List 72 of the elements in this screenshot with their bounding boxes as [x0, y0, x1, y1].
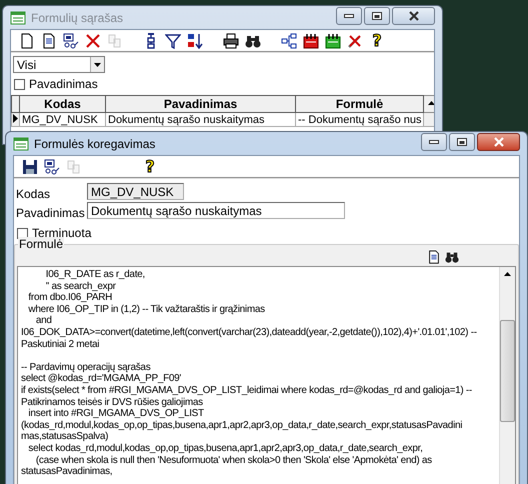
- calendar-icon: [303, 32, 319, 48]
- close-button[interactable]: [477, 133, 520, 151]
- checkbox[interactable]: [17, 228, 28, 238]
- code-line: if exists(select * from #RGI_MGAMA_DVS_OP_LIST_leidimai where kodas_rd=@kodas_rd and galioja=1) --: [21, 384, 473, 397]
- maximize-icon: [457, 138, 467, 146]
- code-line: (kodas_rd,modul,kodas_op,op_tipas,busena,apr1,apr2,apr3,op_data,r_date,search_expr,statusasPavadini: [21, 420, 464, 432]
- new-document-icon: [19, 32, 35, 48]
- close-icon: [492, 137, 504, 147]
- column-header[interactable]: Kodas: [20, 96, 106, 112]
- network-button[interactable]: [279, 30, 299, 50]
- code-line: I06_R_DATE as r_date,: [44, 269, 146, 281]
- minimize-icon: [429, 139, 439, 145]
- filter-dropdown[interactable]: Visi: [13, 56, 105, 73]
- maximize-button[interactable]: [364, 7, 390, 25]
- document-button[interactable]: [427, 250, 441, 264]
- monitor-link-button[interactable]: [61, 30, 81, 50]
- calendar-icon: [325, 32, 341, 48]
- column-header[interactable]: Formulė: [296, 96, 424, 112]
- caret-icon: [94, 62, 101, 66]
- window-title: Formulių sąrašas: [31, 10, 124, 24]
- code-line: select kodas_rd,modul,kodas_op,op_tipas,busena,apr1,apr2,apr3,op_data,r_date,search_expr,: [27, 442, 424, 454]
- code-line: statusasPavadinimas,: [21, 466, 114, 478]
- monitor-link-button[interactable]: [42, 156, 62, 176]
- close-button[interactable]: [392, 7, 435, 25]
- sort-icon: [187, 32, 203, 48]
- code-line: and: [34, 315, 53, 327]
- field-label: Pavadinimas: [16, 206, 86, 220]
- delete-icon: [85, 32, 101, 48]
- close-icon: [408, 11, 420, 21]
- code-field[interactable]: MG_DV_NUSK: [87, 183, 184, 200]
- code-line: where I06_OP_TIP in (1,2) -- Tik važtaraštis ir grąžinimas: [27, 304, 266, 316]
- save-icon: [22, 158, 38, 174]
- column-header[interactable]: Pavadinimas: [106, 96, 296, 112]
- minimize-button[interactable]: [421, 133, 447, 151]
- code-line: mas,statusasSpalva): [21, 431, 110, 443]
- code-line: insert into #RGI_MGAMA_DVS_OP_LIST: [27, 408, 205, 420]
- window-title: Formulės koregavimas: [34, 136, 156, 150]
- network-icon: [281, 32, 297, 48]
- code-line: -- Pardavimų operacijų sąrašas: [21, 362, 152, 374]
- table-cell: MG_DV_NUSK: [20, 112, 106, 126]
- checkbox-label: Pavadinimas: [29, 77, 98, 91]
- code-line: select @kodas_rd='MGAMA_PP_F09': [21, 373, 182, 385]
- maximize-icon: [372, 12, 382, 20]
- app-icon: [13, 136, 29, 150]
- checkbox-label: Terminuota: [32, 226, 92, 240]
- copy-icon: [107, 32, 123, 48]
- code-line: '' as search_expr: [44, 280, 117, 292]
- document-icon: [41, 32, 57, 48]
- monitor-link-icon: [44, 158, 60, 174]
- code-line: I06_DOK_DATA>=convert(datetime,left(convert(varchar(23),dateadd(year,-2,getdate()),102),4)+'.01.01',102) --: [21, 326, 478, 339]
- binoculars-button[interactable]: [445, 250, 459, 264]
- scrollbar-thumb[interactable]: [500, 320, 515, 422]
- field-label: Kodas: [16, 186, 52, 200]
- code-line: Patikrinamos teisės ir DVS rūšies galiojimas: [21, 396, 204, 408]
- monitor-link-icon: [63, 32, 79, 48]
- code-line: (case when skola is null then 'Nesuformuota' when skola>0 then 'Skola' else 'Apmokėta' end) as: [34, 454, 433, 466]
- table-cell: Dokumentų sąrašo nuskaitymas: [106, 112, 296, 126]
- app-icon: [10, 10, 26, 24]
- name-field[interactable]: Dokumentų sąrašo nuskaitymas: [87, 202, 345, 219]
- table-cell: -- Dokumentų sąrašo nus: [296, 112, 424, 126]
- minimize-icon: [344, 13, 354, 19]
- checkbox[interactable]: [14, 78, 25, 90]
- printer-icon: [223, 32, 239, 48]
- maximize-button[interactable]: [449, 133, 475, 151]
- code-line: from dbo.I06_PARH: [27, 292, 114, 304]
- minimize-button[interactable]: [336, 7, 362, 25]
- copy-icon: [66, 158, 82, 174]
- filter-icon: [165, 32, 181, 48]
- tools-cross-icon: [347, 32, 363, 48]
- group-title: Formulė: [18, 237, 64, 251]
- printer-button[interactable]: [221, 30, 241, 50]
- code-line: Paskutiniai 2 metai: [21, 338, 100, 350]
